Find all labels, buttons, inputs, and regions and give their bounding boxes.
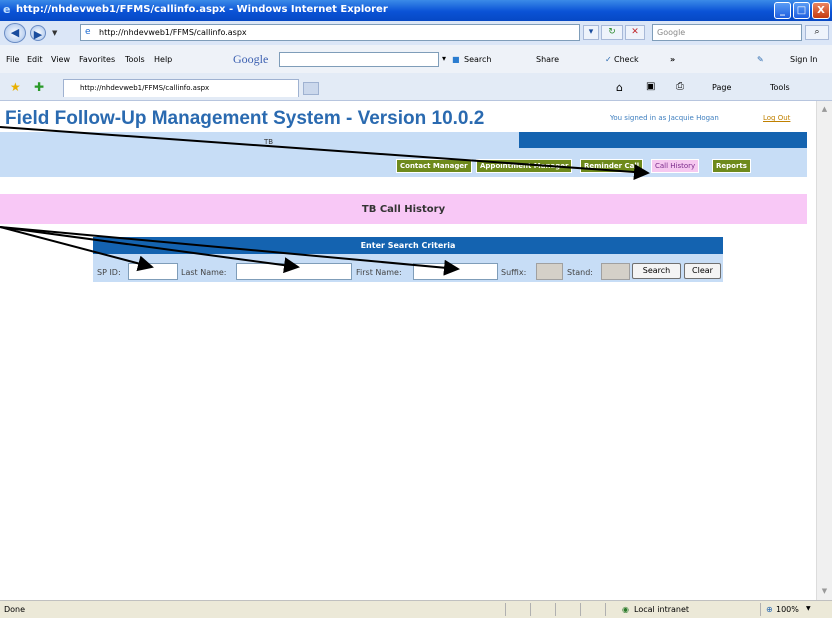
feeds-icon[interactable]: ▣ — [646, 81, 655, 92]
menu-edit[interactable]: Edit — [27, 55, 43, 64]
menu-view[interactable]: View — [51, 55, 70, 64]
status-divider — [555, 603, 556, 616]
status-divider — [530, 603, 531, 616]
more-chevron-icon[interactable]: » — [670, 55, 675, 64]
arrow-to-call-history — [0, 126, 650, 180]
menu-bar: File Edit View Favorites Tools Help Goog… — [0, 45, 832, 74]
browser-search-input[interactable]: Google — [652, 24, 802, 41]
arrow-to-first-name — [0, 226, 460, 276]
check-icon: ✓ — [605, 55, 612, 64]
intranet-icon: ◉ — [622, 605, 629, 614]
tools-menu[interactable]: Tools — [770, 83, 790, 92]
google-search-icon: ■ — [452, 55, 460, 64]
status-divider — [505, 603, 506, 616]
ie-icon: e — [3, 3, 11, 16]
minimize-button[interactable]: _ — [774, 2, 791, 19]
window-title: http://nhdevweb1/FFMS/callinfo.aspx - Wi… — [16, 4, 388, 15]
page-content: Field Follow-Up Management System - Vers… — [0, 101, 816, 600]
close-button[interactable]: X — [812, 2, 830, 19]
google-search-input[interactable] — [279, 52, 439, 67]
search-button-toolbar[interactable]: Search — [464, 55, 491, 64]
favorites-star-icon[interactable]: ★ — [10, 80, 21, 94]
tab-bar: ★ ✚ http://nhdevweb1/FFMS/callinfo.aspx … — [0, 73, 832, 101]
status-divider — [605, 603, 606, 616]
url-text: http://nhdevweb1/FFMS/callinfo.aspx — [99, 28, 247, 37]
status-divider — [760, 603, 761, 616]
status-text: Done — [4, 605, 26, 614]
tab-title: http://nhdevweb1/FFMS/callinfo.aspx — [80, 84, 210, 92]
vertical-scrollbar[interactable]: ▲ ▼ — [816, 101, 832, 600]
wrench-icon[interactable]: ✎ — [757, 55, 764, 64]
home-icon[interactable]: ⌂ — [616, 81, 623, 94]
page-menu[interactable]: Page — [712, 83, 731, 92]
stop-icon[interactable]: ✕ — [625, 25, 645, 40]
zone-text: Local intranet — [634, 605, 690, 614]
address-bar: ◀ ▶ ▼ e http://nhdevweb1/FFMS/callinfo.a… — [0, 21, 832, 46]
refresh-icon[interactable]: ↻ — [601, 25, 623, 40]
check-button[interactable]: Check — [614, 55, 639, 64]
zoom-dropdown-icon[interactable]: ▼ — [806, 605, 811, 612]
back-button[interactable]: ◀ — [4, 23, 26, 43]
maximize-button[interactable]: □ — [793, 2, 810, 19]
history-dropdown-icon[interactable]: ▼ — [52, 29, 57, 37]
add-favorites-icon[interactable]: ✚ — [34, 80, 44, 94]
google-dropdown-icon[interactable]: ▾ — [442, 54, 446, 63]
menu-favorites[interactable]: Favorites — [79, 55, 115, 64]
new-tab-button[interactable] — [303, 82, 319, 95]
menu-help[interactable]: Help — [154, 55, 172, 64]
menu-file[interactable]: File — [6, 55, 19, 64]
zoom-icon: ⊕ — [766, 605, 773, 614]
address-dropdown-icon[interactable]: ▾ — [583, 25, 599, 40]
share-button[interactable]: Share — [536, 55, 559, 64]
status-bar: Done ◉ Local intranet ⊕ 100% ▼ — [0, 600, 832, 618]
google-logo: Google — [233, 52, 269, 66]
sign-in-button[interactable]: Sign In — [790, 55, 817, 64]
arrow-to-last-name — [0, 226, 300, 274]
window-title-bar: e http://nhdevweb1/FFMS/callinfo.aspx - … — [0, 0, 832, 21]
tab-callinfo[interactable]: http://nhdevweb1/FFMS/callinfo.aspx — [63, 79, 299, 97]
scroll-down-icon[interactable]: ▼ — [819, 586, 830, 597]
forward-button[interactable]: ▶ — [30, 25, 46, 41]
status-divider — [580, 603, 581, 616]
page-icon: e — [85, 27, 91, 37]
scroll-up-icon[interactable]: ▲ — [819, 104, 830, 115]
zoom-level[interactable]: 100% — [776, 605, 799, 614]
annotation-arrows — [0, 126, 650, 276]
url-input[interactable]: e http://nhdevweb1/FFMS/callinfo.aspx — [80, 24, 580, 41]
print-icon[interactable]: ⎙ — [676, 81, 684, 92]
menu-tools[interactable]: Tools — [125, 55, 145, 64]
search-icon[interactable]: ⌕ — [805, 25, 829, 40]
